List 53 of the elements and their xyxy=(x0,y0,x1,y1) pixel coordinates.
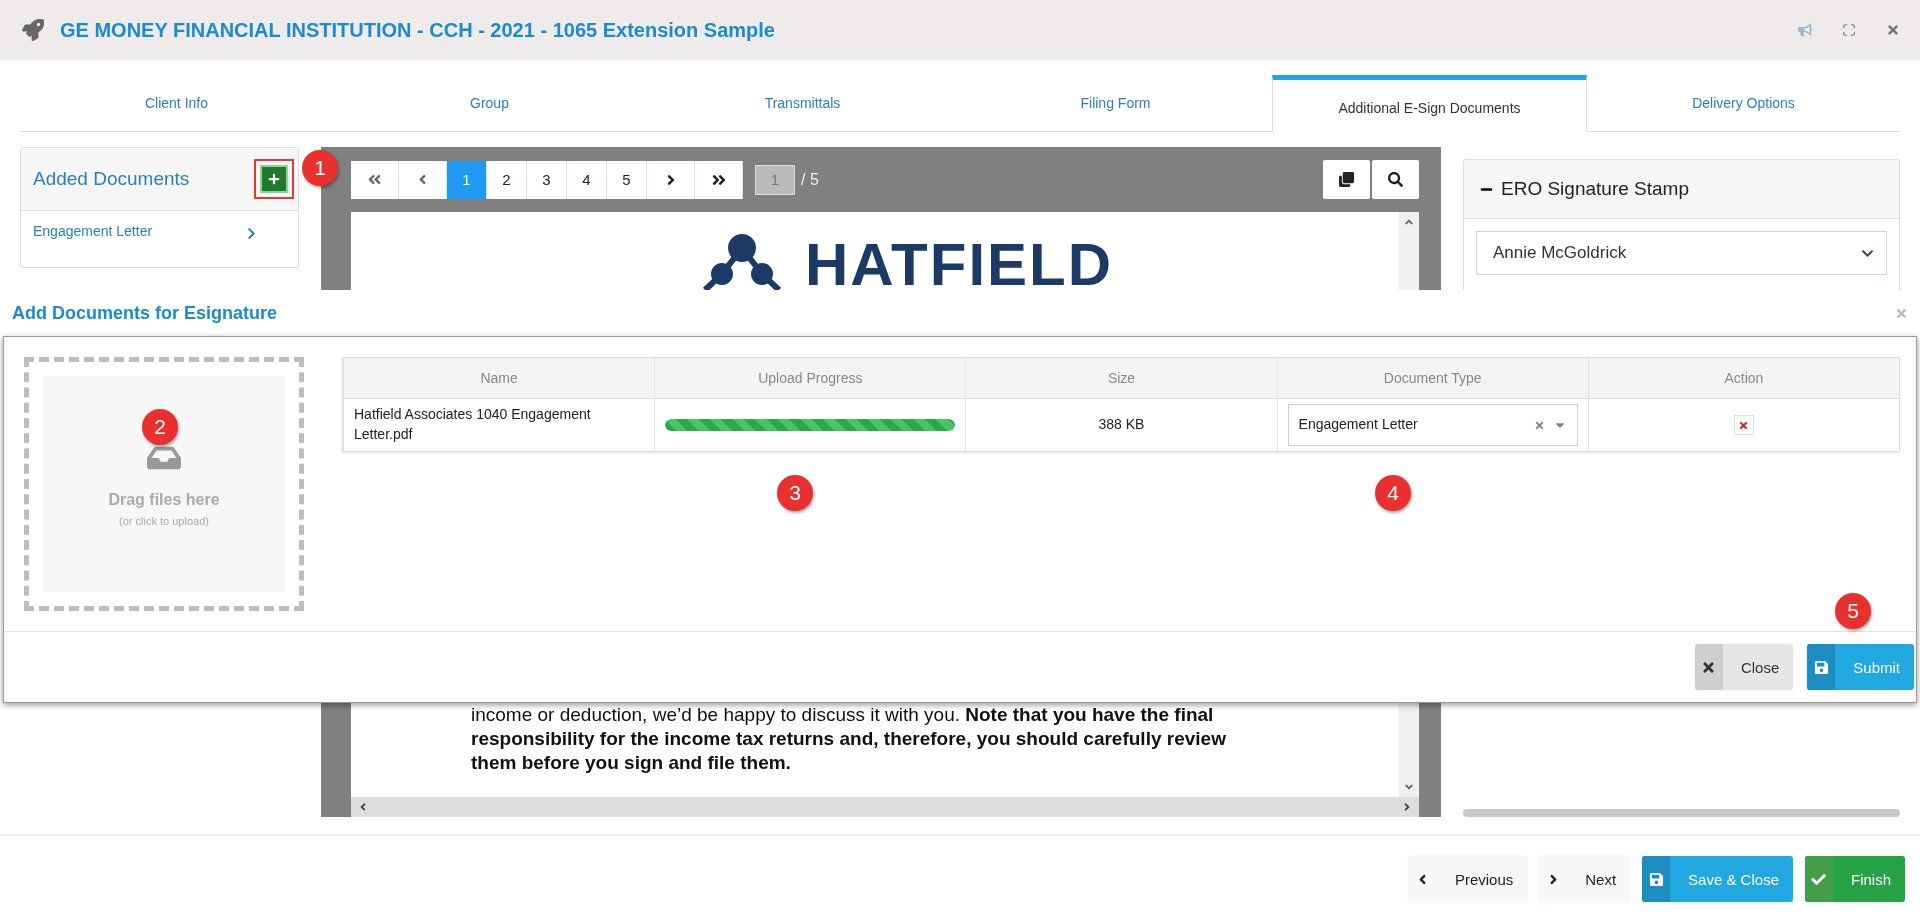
drop-hint: (or click to upload) xyxy=(119,515,209,527)
column-header: Size xyxy=(965,358,1277,398)
document-item[interactable]: Engagement Letter xyxy=(21,211,298,267)
horizontal-scrollbar[interactable] xyxy=(351,797,1419,817)
save-icon xyxy=(1648,871,1664,887)
tab[interactable]: Delivery Options xyxy=(1587,75,1900,131)
add-button[interactable] xyxy=(260,165,288,193)
stamp-header[interactable]: ERO Signature Stamp xyxy=(1464,160,1899,219)
close-icon xyxy=(1738,419,1750,431)
next-button[interactable]: Next xyxy=(1539,856,1631,902)
table-cell: Hatfield Associates 1040 Engagement Letter.pdf xyxy=(343,399,655,451)
horizontal-scrollbar[interactable] xyxy=(1463,809,1900,817)
page-button[interactable]: 1 xyxy=(447,160,487,199)
column-header: Action xyxy=(1587,358,1899,398)
rocket-icon xyxy=(22,19,44,41)
chevron-icon xyxy=(245,227,258,240)
logo-text: HATFIELD xyxy=(804,235,1114,295)
plus-icon xyxy=(268,173,280,185)
tab[interactable]: Filing Form xyxy=(959,75,1272,131)
column-header: Upload Progress xyxy=(654,358,966,398)
document-paragraph: income or deduction, we’d be happy to discuss it with you. Note that you have the final responsibility for the income tax returns and, therefore, you should carefully review them before you sign and file them. xyxy=(471,703,1227,775)
drop-title: Drag files here xyxy=(108,491,220,509)
delete-button[interactable] xyxy=(1733,415,1754,435)
card-title: Added Documents xyxy=(33,168,190,190)
page-total: / 5 xyxy=(801,170,820,189)
save-button[interactable]: Save & Close xyxy=(1642,856,1793,902)
step-badge: 1 xyxy=(302,150,338,186)
tab[interactable]: Transmittals xyxy=(646,75,959,131)
finish-button[interactable]: Finish xyxy=(1805,856,1905,902)
tab[interactable]: Additional E-Sign Documents xyxy=(1272,75,1587,132)
tab[interactable]: Group xyxy=(333,75,646,131)
column-header: Document Type xyxy=(1276,358,1588,398)
previous-button[interactable]: Previous xyxy=(1408,856,1528,902)
copy-icon xyxy=(1339,172,1354,187)
modal-title: Add Documents for Esignature xyxy=(12,302,278,324)
copy-button[interactable] xyxy=(1323,160,1370,199)
double-chevron-left-icon xyxy=(367,172,382,187)
page-input[interactable]: 1 xyxy=(755,164,795,195)
expand-icon[interactable] xyxy=(1842,23,1856,37)
clear-icon[interactable] xyxy=(1533,419,1545,431)
signer-select[interactable]: Annie McGoldrick xyxy=(1476,231,1887,275)
window-title: GE MONEY FINANCIAL INSTITUTION - CCH - 2021 - 1065 Extension Sample xyxy=(60,18,776,42)
document-type-select[interactable]: Engagement Letter xyxy=(1287,404,1578,446)
close-button[interactable]: Close xyxy=(1694,644,1794,690)
finish-icon xyxy=(1811,871,1827,887)
search-button[interactable] xyxy=(1372,160,1419,199)
table-cell: 388 KB xyxy=(965,399,1277,451)
tab[interactable]: Client Info xyxy=(20,75,333,131)
column-header: Name xyxy=(343,358,655,398)
search-icon xyxy=(1388,172,1403,187)
submit-button[interactable]: Submit xyxy=(1807,644,1914,690)
submit-icon xyxy=(1813,659,1829,675)
close-icon[interactable] xyxy=(1886,23,1900,37)
